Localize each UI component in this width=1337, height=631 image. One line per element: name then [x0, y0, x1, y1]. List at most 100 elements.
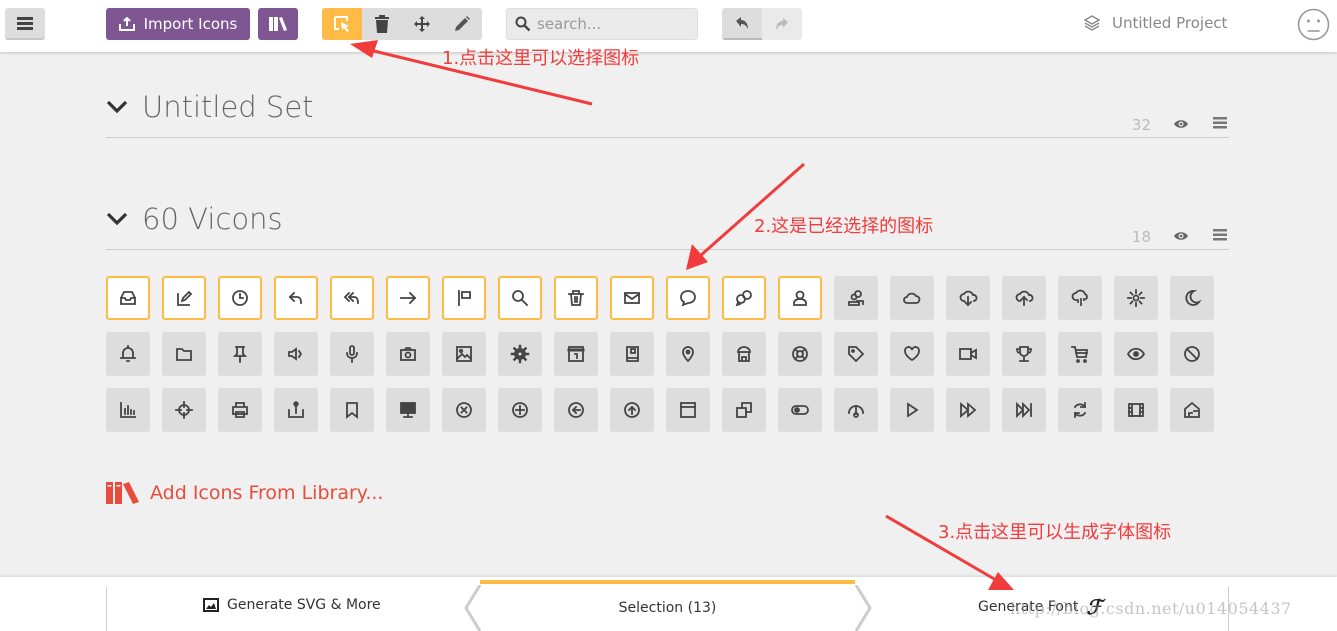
icon-tile-chats[interactable]: [722, 276, 766, 320]
icon-tile-trash[interactable]: [554, 276, 598, 320]
icon-tile-arrow-right[interactable]: [386, 276, 430, 320]
edit-mode-toolgroup: [322, 8, 482, 40]
icon-tile-play[interactable]: [890, 388, 934, 432]
search-input[interactable]: [537, 15, 687, 33]
delete-tool-button[interactable]: [362, 8, 402, 40]
move-tool-button[interactable]: [402, 8, 442, 40]
main-menu-button[interactable]: [5, 8, 45, 40]
icon-tile-toggle[interactable]: [778, 388, 822, 432]
icon-tile-video[interactable]: [946, 332, 990, 376]
set-title-toggle[interactable]: Untitled Set: [106, 90, 314, 124]
annotation-2: 2.这是已经选择的图标: [754, 216, 934, 237]
icon-tile-microphone[interactable]: [330, 332, 374, 376]
add-icons-from-library-link[interactable]: Add Icons From Library...: [106, 481, 383, 505]
icon-tile-cart[interactable]: [1058, 332, 1102, 376]
select-cursor-icon: [334, 16, 349, 32]
icon-tile-cloud[interactable]: [890, 276, 934, 320]
generate-svg-button[interactable]: Generate SVG & More: [203, 597, 381, 613]
icon-tile-edit[interactable]: [162, 276, 206, 320]
icon-tile-browser-window[interactable]: [666, 388, 710, 432]
chevron-left-icon: [464, 585, 481, 631]
icon-tile-printer[interactable]: [218, 388, 262, 432]
icon-tile-search[interactable]: [498, 276, 542, 320]
eye-icon[interactable]: [1173, 230, 1189, 242]
icon-tile-block[interactable]: [1170, 332, 1214, 376]
icon-tile-location[interactable]: [666, 332, 710, 376]
icon-tile-skip-forward[interactable]: [1002, 388, 1046, 432]
set-title-toggle[interactable]: 60 Vicons: [106, 202, 283, 236]
import-icons-button[interactable]: Import Icons: [106, 8, 250, 40]
refresh-icon: [1073, 402, 1087, 418]
hamburger-icon[interactable]: [1213, 229, 1227, 241]
icon-tile-refresh[interactable]: [1058, 388, 1102, 432]
icon-tile-reply-all[interactable]: [330, 276, 374, 320]
icon-tile-tag[interactable]: [834, 332, 878, 376]
move-arrows-icon: [414, 16, 430, 32]
icon-tile-calendar[interactable]: [554, 332, 598, 376]
hamburger-icon[interactable]: [1213, 117, 1227, 129]
selection-tab[interactable]: Selection (13): [480, 580, 855, 631]
icon-tile-film[interactable]: [1114, 388, 1158, 432]
set-icon-count: 18: [1131, 228, 1151, 246]
icon-library-button[interactable]: [258, 8, 298, 40]
undo-button[interactable]: [722, 8, 762, 40]
users-icon: [848, 290, 864, 306]
edit-tool-button[interactable]: [442, 8, 482, 40]
icon-tile-bookmark[interactable]: [330, 388, 374, 432]
icon-tile-flag[interactable]: [442, 276, 486, 320]
icon-tile-gauge[interactable]: [834, 388, 878, 432]
select-tool-button[interactable]: [322, 8, 362, 40]
eye-icon[interactable]: [1173, 118, 1189, 130]
icon-tile-user[interactable]: [778, 276, 822, 320]
icon-tile-close-circle[interactable]: [442, 388, 486, 432]
icon-tile-arrow-up-circle[interactable]: [610, 388, 654, 432]
icon-tile-monitor[interactable]: [386, 388, 430, 432]
icon-tile-arrow-left-circle[interactable]: [554, 388, 598, 432]
icon-tile-target[interactable]: [162, 388, 206, 432]
chat-icon: [680, 290, 696, 307]
icon-tile-volume[interactable]: [274, 332, 318, 376]
layers-icon: [1084, 15, 1100, 31]
neutral-face-icon[interactable]: [1297, 8, 1330, 41]
icon-tile-folder[interactable]: [162, 332, 206, 376]
icon-tile-share[interactable]: [274, 388, 318, 432]
icon-tile-fast-forward[interactable]: [946, 388, 990, 432]
browser-window-icon: [680, 402, 696, 418]
icon-tile-moon[interactable]: [1170, 276, 1214, 320]
monitor-icon: [400, 402, 416, 418]
chevron-down-icon: [106, 100, 128, 114]
icon-tile-heart[interactable]: [890, 332, 934, 376]
icon-tile-camera[interactable]: [386, 332, 430, 376]
icon-tile-shop[interactable]: [722, 332, 766, 376]
top-toolbar: Import Icons Untitled Project: [0, 0, 1337, 52]
icon-tile-mail[interactable]: [610, 276, 654, 320]
icon-tile-chat[interactable]: [666, 276, 710, 320]
icon-tile-plus-circle[interactable]: [498, 388, 542, 432]
edit-icon: [177, 290, 193, 306]
icon-tile-home[interactable]: [1170, 388, 1214, 432]
redo-icon: [776, 18, 788, 30]
icon-tile-bell[interactable]: [106, 332, 150, 376]
icon-tile-book[interactable]: [610, 332, 654, 376]
icon-tile-trophy[interactable]: [1002, 332, 1046, 376]
reply-icon: [288, 291, 302, 304]
icon-tile-eye[interactable]: [1114, 332, 1158, 376]
icon-tile-reply[interactable]: [274, 276, 318, 320]
heart-icon: [904, 346, 920, 362]
icon-tile-image[interactable]: [442, 332, 486, 376]
icon-tile-bar-chart[interactable]: [106, 388, 150, 432]
icon-tile-users[interactable]: [834, 276, 878, 320]
icon-tile-cloud-download[interactable]: [946, 276, 990, 320]
icon-tile-gear[interactable]: [498, 332, 542, 376]
icon-tile-inbox[interactable]: [106, 276, 150, 320]
location-icon: [682, 346, 694, 363]
icon-tile-clock[interactable]: [218, 276, 262, 320]
icon-tile-pin[interactable]: [218, 332, 262, 376]
icon-tile-cloud-upload[interactable]: [1002, 276, 1046, 320]
icon-tile-copy[interactable]: [722, 388, 766, 432]
redo-button[interactable]: [762, 8, 802, 40]
icon-tile-cloud-rain[interactable]: [1058, 276, 1102, 320]
icon-tile-sun[interactable]: [1114, 276, 1158, 320]
project-selector[interactable]: Untitled Project: [1084, 14, 1227, 32]
icon-tile-lifebuoy[interactable]: [778, 332, 822, 376]
